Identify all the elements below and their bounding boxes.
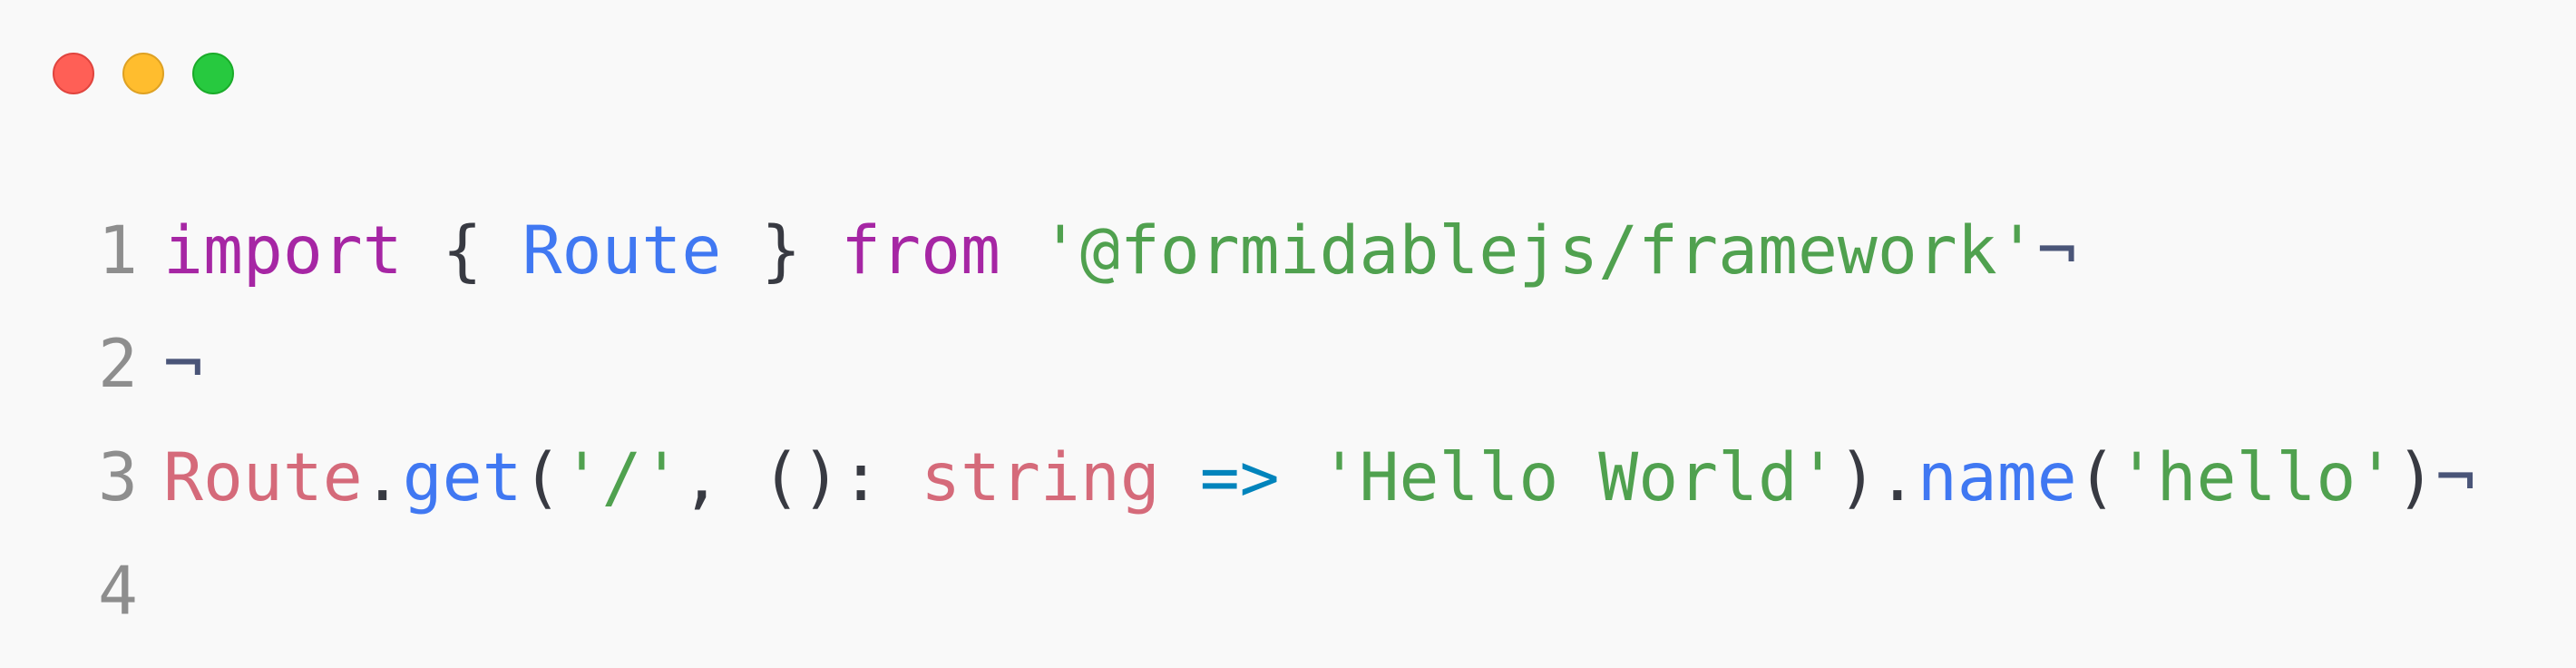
code-token: Route: [522, 212, 722, 290]
code-line: 3 Route.get('/', (): string => 'Hello Wor…: [98, 421, 2475, 535]
end-of-line-marker: ¬: [2435, 439, 2476, 516]
line-number: 2: [98, 326, 138, 403]
line-content: ¬: [163, 308, 203, 421]
code-token: , ():: [681, 439, 922, 516]
code-line: 2 ¬: [98, 308, 2475, 421]
minimize-button[interactable]: [122, 53, 164, 94]
code-token: (: [522, 439, 562, 516]
code-token: get: [402, 439, 522, 516]
code-token: 'Hello World': [1319, 439, 1838, 516]
code-line: 1 import { Route } from '@formidablejs/fr…: [98, 194, 2475, 308]
line-number: 4: [98, 553, 138, 630]
code-token: import: [163, 212, 403, 290]
code-token: string: [921, 439, 1160, 516]
close-button[interactable]: [53, 53, 94, 94]
code-token: '/': [561, 439, 682, 516]
code-window: 1 import { Route } from '@formidablejs/fr…: [0, 0, 2576, 668]
code-token: name: [1917, 439, 2077, 516]
code-token: 'hello': [2116, 439, 2396, 516]
line-content: import { Route } from '@formidablejs/fra…: [163, 194, 2077, 308]
end-of-line-marker: ¬: [2036, 212, 2077, 290]
line-content: Route.get('/', (): string => 'Hello Worl…: [163, 421, 2475, 535]
code-token: ): [2395, 439, 2436, 516]
code-token: ).: [1837, 439, 1917, 516]
code-token: =>: [1199, 439, 1280, 516]
line-number: 1: [98, 212, 138, 290]
code-token: {: [402, 212, 522, 290]
code-token: (: [2076, 439, 2117, 516]
code-token: from: [841, 212, 1000, 290]
code-editor[interactable]: 1 import { Route } from '@formidablejs/fr…: [98, 194, 2475, 648]
maximize-button[interactable]: [192, 53, 234, 94]
code-token: Route: [163, 439, 363, 516]
code-token: .: [362, 439, 403, 516]
code-token: '@formidablejs/framework': [1039, 212, 2037, 290]
end-of-line-marker: ¬: [163, 326, 203, 403]
line-number: 3: [98, 439, 138, 516]
code-line: 4: [98, 535, 2475, 648]
window-controls: [53, 53, 234, 94]
code-token: }: [721, 212, 842, 290]
